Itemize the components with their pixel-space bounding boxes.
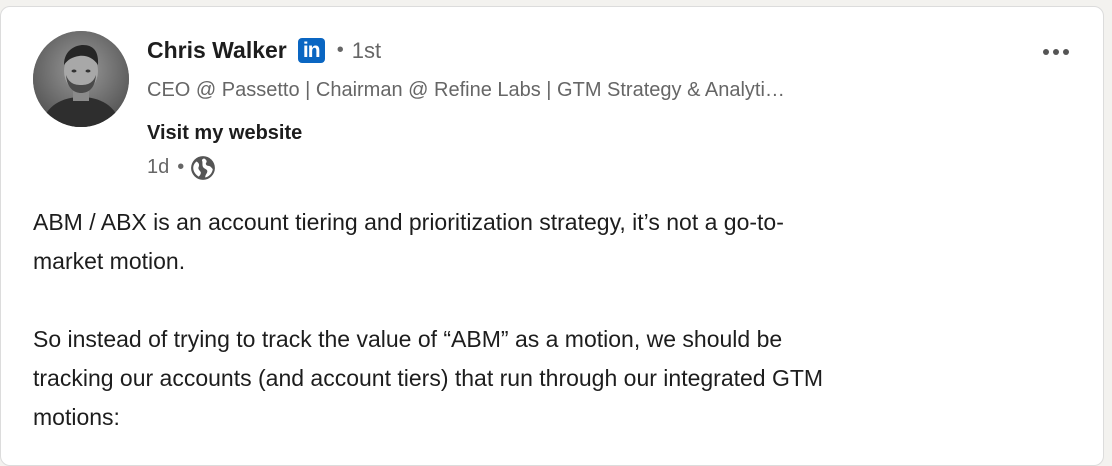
author-headline[interactable]: CEO @ Passetto | Chairman @ Refine Labs … [147, 79, 785, 102]
post-card: Chris Walker in • 1st CEO @ Passetto | C… [0, 6, 1104, 466]
post-line: tracking our accounts (and account tiers… [33, 365, 824, 391]
post-line: market motion. [33, 248, 186, 274]
ellipsis-icon [1043, 49, 1069, 55]
post-time: 1d [147, 155, 170, 178]
visit-website-link[interactable]: Visit my website [147, 122, 302, 145]
separator-dot: • [177, 155, 185, 178]
author-row: Chris Walker in • 1st [147, 37, 381, 64]
linkedin-icon: in [297, 38, 325, 63]
avatar[interactable] [33, 31, 129, 127]
post-line: motions: [33, 404, 120, 430]
separator-dot: • [336, 39, 344, 61]
post-line: ABM / ABX is an account tiering and prio… [33, 209, 784, 235]
more-options-button[interactable] [1041, 37, 1071, 67]
post-body: ABM / ABX is an account tiering and prio… [33, 203, 1073, 437]
post-line: So instead of trying to track the value … [33, 326, 783, 352]
connection-degree: 1st [351, 37, 382, 63]
globe-icon [190, 155, 216, 181]
author-name[interactable]: Chris Walker [147, 37, 287, 64]
post-meta: 1d • [147, 153, 216, 181]
